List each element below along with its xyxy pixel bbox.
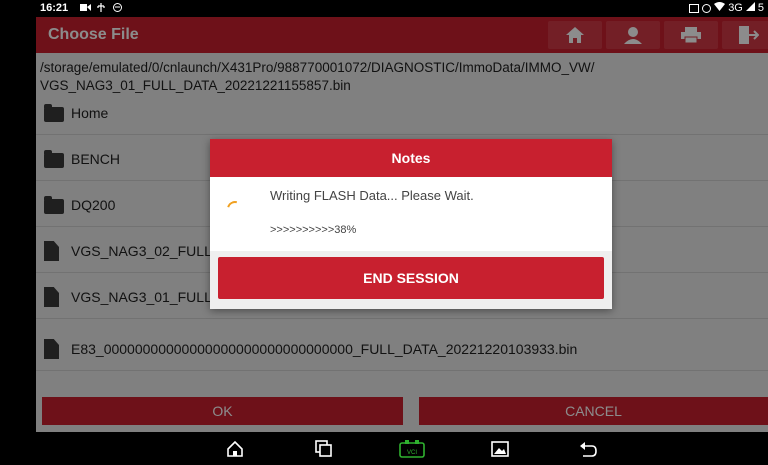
screenshot-nav-button[interactable] xyxy=(490,439,510,459)
status-system-icons: 3G 5 xyxy=(689,2,764,14)
carrier-indicator: 5 xyxy=(757,2,764,14)
dialog-message: Writing FLASH Data... Please Wait. xyxy=(270,188,474,203)
navigation-bar: VCI xyxy=(0,432,768,465)
network-type: 3G xyxy=(728,2,743,14)
usb-icon xyxy=(96,3,107,12)
vci-nav-button[interactable]: VCI xyxy=(399,439,425,459)
vci-label: VCI xyxy=(407,450,417,456)
dialog-footer: END SESSION xyxy=(210,251,612,309)
wifi-icon xyxy=(714,2,726,14)
end-session-button[interactable]: END SESSION xyxy=(218,257,604,299)
home-nav-button[interactable] xyxy=(225,439,245,459)
signal-icon xyxy=(745,2,755,14)
status-notification-icons xyxy=(80,3,123,12)
status-bar: 16:21 3G 5 xyxy=(0,0,768,17)
dialog-body: Writing FLASH Data... Please Wait. >>>>>… xyxy=(210,177,612,251)
loading-spinner-icon xyxy=(224,198,246,220)
debug-icon xyxy=(112,3,123,12)
back-nav-button[interactable] xyxy=(578,439,598,459)
dnd-icon xyxy=(702,3,712,13)
home-nav-icon xyxy=(227,441,243,457)
device-screen: 16:21 3G 5 Choose File /storage/emulated… xyxy=(0,0,768,465)
dialog-title: Notes xyxy=(391,150,431,166)
recents-nav-button[interactable] xyxy=(314,439,334,459)
dialog-header: Notes xyxy=(210,139,612,177)
notes-dialog: Notes Writing FLASH Data... Please Wait.… xyxy=(210,139,612,309)
recents-nav-icon xyxy=(315,440,332,457)
progress-text: >>>>>>>>>>38% xyxy=(270,224,357,236)
back-nav-icon xyxy=(580,442,597,457)
vci-nav-icon: VCI xyxy=(399,440,425,458)
screenshot-nav-icon xyxy=(491,441,509,457)
video-icon xyxy=(80,3,91,12)
cast-icon xyxy=(689,3,700,13)
status-time: 16:21 xyxy=(40,2,69,14)
